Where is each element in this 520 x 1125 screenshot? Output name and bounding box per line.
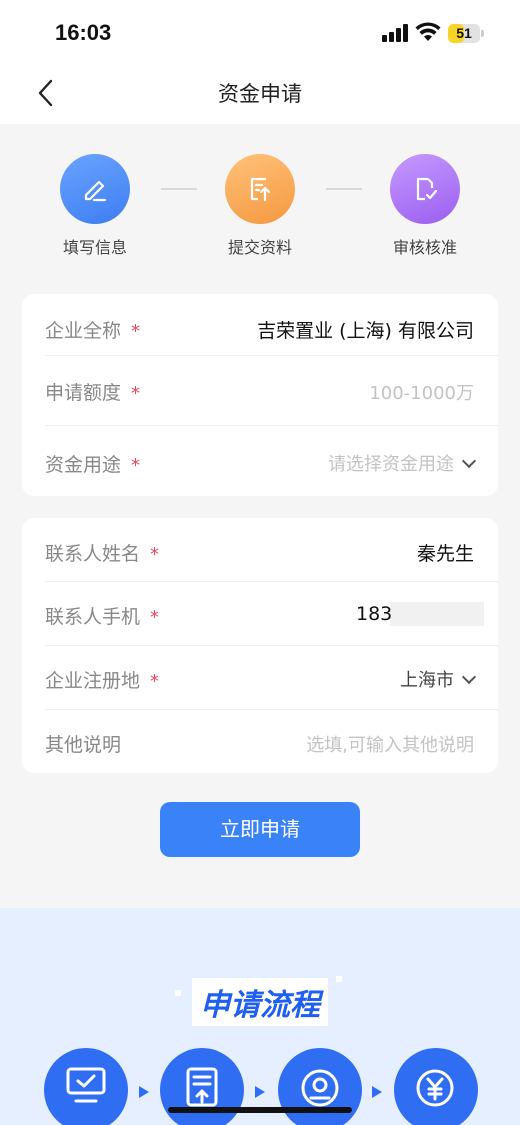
status-bar: 16:03 51 <box>0 0 520 64</box>
region-select[interactable]: 上海市 <box>400 666 477 692</box>
contact-phone-field[interactable]: 183 <box>356 603 392 625</box>
required-mark: * <box>131 383 141 404</box>
contact-info-card: 联系人姓名 * 秦先生 联系人手机 * 183 企业注册地 * 上海市 其他说明 选填… <box>22 518 498 773</box>
step-submit-docs: 提交资料 <box>190 154 330 258</box>
company-name-row[interactable]: 企业全称 * 吉荣置业 (上海) 有限公司 <box>22 294 498 356</box>
purpose-placeholder: 请选择资金用途 <box>328 454 454 475</box>
user-badge-icon <box>278 1048 362 1125</box>
chevron-down-icon <box>461 669 477 685</box>
step-label: 审核核准 <box>392 238 457 257</box>
company-info-card: 企业全称 * 吉荣置业 (上海) 有限公司 申请额度 * 100-1000万 资金用… <box>22 294 498 496</box>
phone-redaction <box>390 602 484 626</box>
required-mark: * <box>131 455 141 476</box>
region-value: 上海市 <box>400 670 454 691</box>
required-mark: * <box>150 544 160 565</box>
purpose-label: 资金用途 <box>45 454 122 476</box>
notes-row[interactable]: 其他说明 选填,可输入其他说明 <box>22 710 498 773</box>
notes-label: 其他说明 <box>45 734 122 756</box>
page-title: 资金申请 <box>218 82 302 106</box>
contact-name-field[interactable]: 秦先生 <box>417 539 474 566</box>
step-review: 审核核准 <box>355 154 495 258</box>
step-label: 填写信息 <box>62 238 127 257</box>
submit-button[interactable]: 立即申请 <box>160 802 360 857</box>
monitor-icon <box>44 1048 128 1125</box>
arrow-icon <box>255 1086 265 1098</box>
amount-input[interactable]: 100-1000万 <box>369 379 474 405</box>
amount-label: 申请额度 <box>45 382 122 404</box>
battery-level: 51 <box>456 25 472 41</box>
wifi-icon <box>415 22 441 41</box>
amount-row[interactable]: 申请额度 * 100-1000万 <box>22 356 498 424</box>
battery-icon: 51 <box>448 24 484 43</box>
nav-bar: 资金申请 <box>0 64 520 124</box>
notes-input[interactable]: 选填,可输入其他说明 <box>306 731 474 757</box>
status-time: 16:03 <box>55 20 112 45</box>
approve-doc-icon <box>390 154 460 224</box>
upload-doc-icon <box>225 154 295 224</box>
edit-icon <box>60 154 130 224</box>
chevron-down-icon <box>461 453 477 469</box>
required-mark: * <box>150 607 160 628</box>
arrow-icon <box>139 1086 149 1098</box>
progress-steps: 填写信息 提交资料 审核核准 <box>0 124 520 284</box>
region-row[interactable]: 企业注册地 * 上海市 <box>22 646 498 710</box>
process-title: 申请流程 <box>192 978 328 1026</box>
step-label: 提交资料 <box>227 238 292 257</box>
process-section: 申请流程 <box>0 908 520 1125</box>
arrow-icon <box>372 1086 382 1098</box>
required-mark: * <box>150 671 160 692</box>
decor-dot <box>175 990 181 996</box>
contact-name-row[interactable]: 联系人姓名 * 秦先生 <box>22 518 498 581</box>
company-name-field[interactable]: 吉荣置业 (上海) 有限公司 <box>257 316 474 343</box>
purpose-row[interactable]: 资金用途 * 请选择资金用途 <box>22 426 498 496</box>
contact-name-label: 联系人姓名 <box>45 543 141 565</box>
signal-icon <box>382 24 408 42</box>
company-name-label: 企业全称 <box>45 320 122 342</box>
required-mark: * <box>131 321 141 342</box>
upload-doc-icon <box>160 1048 244 1125</box>
region-label: 企业注册地 <box>45 670 141 692</box>
contact-phone-label: 联系人手机 <box>45 606 141 628</box>
yuan-coin-icon <box>394 1048 478 1125</box>
purpose-select[interactable]: 请选择资金用途 <box>328 450 477 476</box>
home-indicator <box>168 1107 352 1113</box>
decor-dot <box>336 976 342 982</box>
step-fill-info: 填写信息 <box>25 154 165 258</box>
